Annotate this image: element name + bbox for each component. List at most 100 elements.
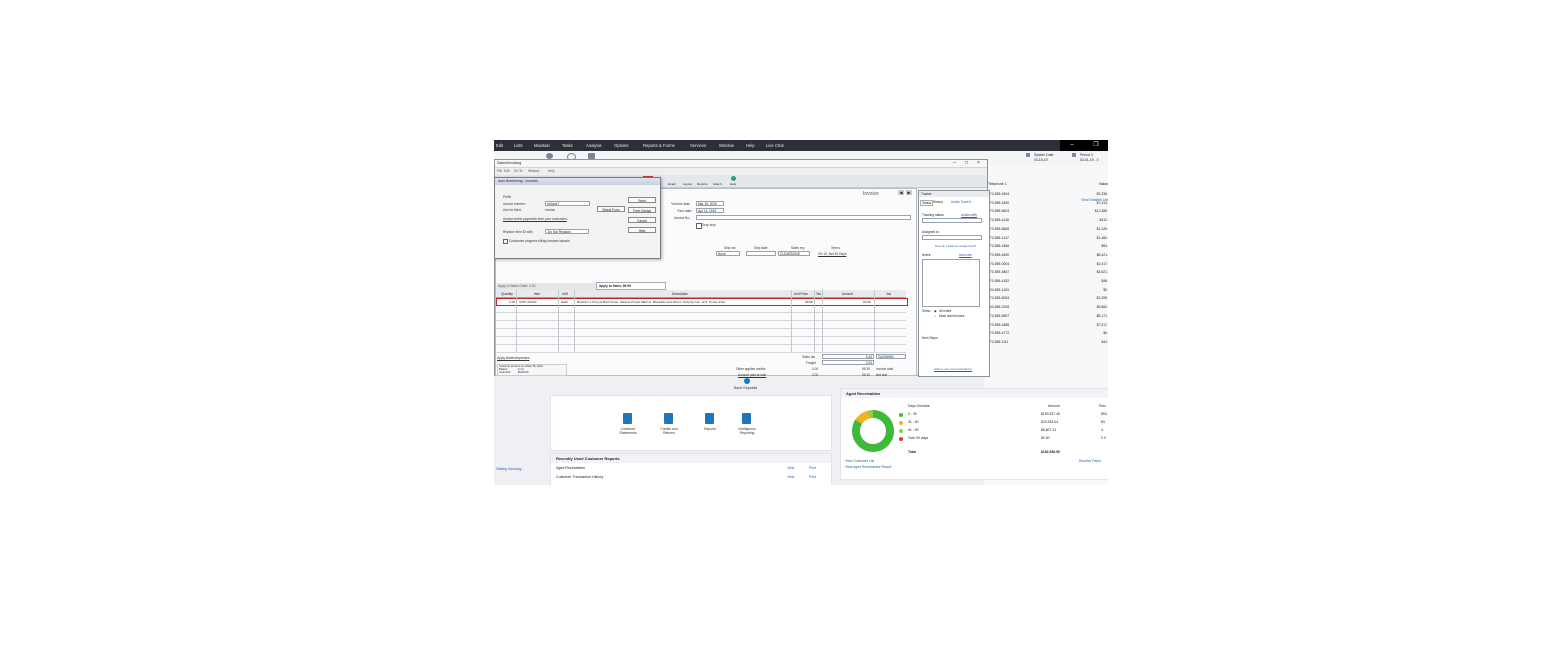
customer-balance: $0.	[1103, 287, 1108, 292]
tracking-status-select[interactable]	[922, 218, 982, 223]
ship-via-field[interactable]: None	[716, 251, 740, 256]
window-minimize-icon[interactable]: –	[953, 160, 956, 166]
amount-paid-link[interactable]: Amount paid at sale	[738, 373, 766, 377]
view-transaction-link[interactable]: View	[787, 475, 794, 479]
menu-maintain[interactable]: Maintain	[534, 143, 550, 148]
grid-divider	[558, 290, 559, 352]
recent-reports-title: Recently Used Customer Reports	[551, 454, 831, 463]
credits-returns-label[interactable]: Credits and Returns	[654, 427, 684, 435]
freight-field[interactable]: 0.00	[822, 360, 874, 365]
intelligence-reporting-label[interactable]: Intelligence Reporting	[732, 427, 762, 435]
menu-bar: Edit Lists Maintain Tasks Analysis Optio…	[494, 140, 1108, 151]
send-button[interactable]: Send	[628, 197, 656, 203]
restore-icon[interactable]: ❐	[1084, 140, 1108, 151]
bank-deposits-label[interactable]: Bank Deposits	[734, 386, 757, 390]
menu-analysis[interactable]: Analysis	[586, 143, 602, 148]
print-transaction-link[interactable]: Print	[809, 475, 816, 479]
inv-tb-reports[interactable]: Reports	[697, 182, 708, 186]
days-overdue-header[interactable]: Days Overdue	[908, 404, 930, 408]
menu-live-chat[interactable]: Live Chat	[766, 143, 784, 148]
invoice-date-field[interactable]: Mar 15, 2019	[696, 201, 724, 206]
due-date-field[interactable]: Apr 14, 2019	[696, 208, 724, 213]
bank-deposits-icon[interactable]	[744, 378, 750, 384]
menu-window[interactable]: Window	[719, 143, 734, 148]
menu-help[interactable]: Help	[746, 143, 755, 148]
customize-checkbox[interactable]	[503, 239, 508, 244]
ship-date-field[interactable]	[746, 251, 776, 256]
sales-tax-field[interactable]: 5.40	[822, 354, 874, 359]
inv-tb-layout[interactable]: Layout	[683, 182, 692, 186]
total-amount: $182,536.90	[1041, 450, 1060, 454]
sales-rep-field[interactable]: CLEARDONE	[778, 251, 810, 256]
inv-menu-file[interactable]: File	[497, 169, 502, 173]
cancel-button[interactable]: Cancel	[628, 217, 656, 223]
invoice-no-field[interactable]	[696, 215, 911, 220]
replace-select[interactable]: -Do Not Replace-	[545, 229, 589, 234]
aged-label[interactable]: 61 - 90	[908, 428, 919, 432]
menu-reports-forms[interactable]: Reports & Forms	[643, 143, 675, 148]
getting-invoicing-link[interactable]: Getting Invoicing...	[496, 467, 524, 471]
inv-tb-email[interactable]: Email	[668, 182, 676, 186]
tax-code-field[interactable]: GAGWINN	[876, 354, 906, 359]
view-customer-list-link[interactable]: View Customer List	[845, 459, 874, 463]
accept-payments-link[interactable]: Accept online payments from your custome…	[503, 217, 567, 221]
menu-edit[interactable]: Edit	[496, 143, 503, 148]
window-close-icon[interactable]: ×	[977, 160, 980, 166]
recent-report-aged[interactable]: Aged Receivables	[556, 466, 585, 470]
menu-services[interactable]: Services	[690, 143, 706, 148]
all-notes-radio[interactable]: ◉	[934, 309, 937, 313]
inv-menu-goto[interactable]: Go To	[514, 169, 522, 173]
unlink-track-link[interactable]: Unlink Track It	[951, 200, 971, 204]
receive-payment-link[interactable]: Receive Paym	[1079, 459, 1101, 463]
tab-apply-sales-order[interactable]: Apply to Sales Order: 0.00	[496, 283, 596, 290]
customer-statements-label[interactable]: Customer Statements	[613, 427, 643, 435]
invoice-number-field[interactable]: InVoice7	[545, 201, 590, 206]
inv-menu-help[interactable]: Help	[548, 169, 555, 173]
replace-label: Replace Item ID with:	[503, 230, 534, 234]
reports-icon[interactable]	[705, 413, 714, 424]
recent-notes-radio[interactable]: ○	[934, 314, 936, 318]
customer-balance: $1,460.	[1096, 235, 1108, 240]
how-track-link[interactable]: How do I track an assignment?	[935, 244, 976, 248]
inv-menu-window[interactable]: Window	[528, 169, 539, 173]
view-aged-link[interactable]: View	[787, 466, 794, 470]
select-form-button[interactable]: Select Form	[597, 206, 625, 212]
notes-textarea[interactable]	[922, 259, 980, 307]
menu-options[interactable]: Options	[614, 143, 628, 148]
tracking-add-modify-link[interactable]: Add/modify	[961, 213, 977, 217]
customer-statements-icon[interactable]	[623, 413, 632, 424]
next-arrow-icon[interactable]: ▶	[906, 190, 912, 195]
add-note-link[interactable]: Add note	[959, 253, 972, 257]
tab-apply-sales[interactable]: Apply to Sales: 89.99	[596, 282, 666, 290]
prev-arrow-icon[interactable]: ◀	[898, 190, 904, 195]
dialog-help-button[interactable]: Help	[628, 227, 656, 233]
grid-divider	[574, 290, 575, 352]
view-aged-report-link[interactable]: View Aged Receivables Report	[845, 465, 892, 469]
reports-label[interactable]: Reports	[695, 427, 725, 431]
menu-lists[interactable]: Lists	[514, 143, 523, 148]
aged-label[interactable]: Over 90 days	[908, 436, 928, 440]
tracker-tab-status[interactable]: Status	[920, 200, 934, 206]
apply-tickets-link[interactable]: Apply tickets/expenses	[497, 356, 529, 360]
inv-tb-attach[interactable]: Attach	[713, 182, 722, 186]
intelligence-reporting-icon[interactable]	[742, 413, 751, 424]
credits-returns-icon[interactable]	[664, 413, 673, 424]
menu-tasks[interactable]: Tasks	[562, 143, 573, 148]
inv-menu-edit[interactable]: Edit	[504, 169, 510, 173]
terms-link[interactable]: 2% 10, Net 30 Days	[818, 252, 846, 256]
aged-label[interactable]: 0 - 30	[908, 412, 917, 416]
minimize-icon[interactable]: –	[1060, 140, 1084, 151]
help-icon[interactable]	[731, 176, 736, 181]
invoice-number-label: Invoice number:	[503, 202, 526, 206]
add-communications-link[interactable]: Add to your communications	[934, 367, 972, 371]
recent-report-transaction[interactable]: Customer Transaction History	[556, 475, 603, 479]
tracker-tab-history[interactable]: History	[933, 200, 943, 204]
inv-tb-help[interactable]: Help	[730, 182, 736, 186]
assigned-to-select[interactable]	[922, 235, 982, 240]
window-maximize-icon[interactable]: □	[965, 160, 968, 166]
aged-label[interactable]: 31 - 60	[908, 420, 919, 424]
print-aged-link[interactable]: Print	[809, 466, 816, 470]
due-date-label: *Due date:	[677, 209, 693, 213]
form-design-button[interactable]: Form Design	[628, 207, 656, 213]
customer-phone: 770-555-0004	[988, 261, 1010, 266]
